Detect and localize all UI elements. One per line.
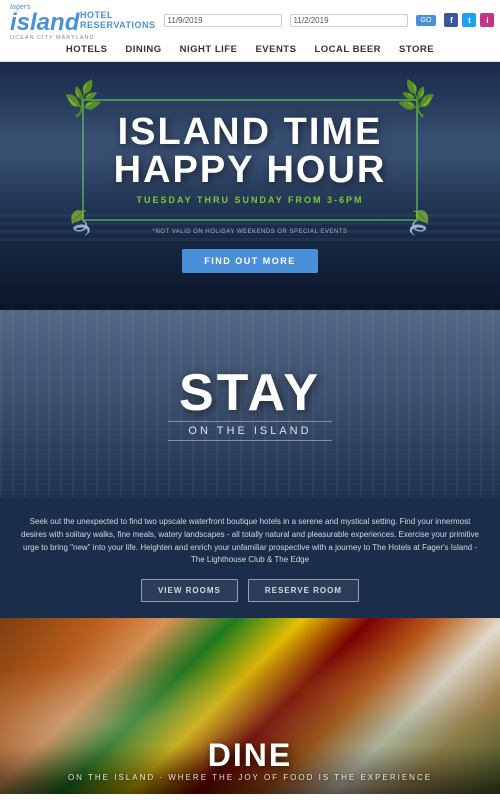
instagram-icon[interactable]: i [480,13,494,27]
reserve-room-button[interactable]: RESERVE ROOM [248,579,359,602]
logo-area: fager's island OCEAN CITY MARYLAND [10,4,80,36]
logo-location-text: OCEAN CITY MARYLAND [10,35,95,41]
facebook-icon[interactable]: f [444,13,458,27]
nav-events[interactable]: EVENTS [255,44,296,55]
view-rooms-button[interactable]: VIEW ROOMS [141,579,238,602]
hero-title-line1: ISLAND TIME [114,113,387,151]
nav-dining[interactable]: DINING [125,44,161,55]
hotel-action-buttons: VIEW ROOMS RESERVE ROOM [20,579,480,602]
food-hero: DINE on the island · where the joy of fo… [0,618,500,794]
find-out-more-button[interactable]: FIND OUT MORE [182,249,318,273]
header-right-controls: HOTEL RESERVATIONS GO f t i [80,10,494,30]
stay-content: STAY ON THE ISLAND [0,310,500,498]
food-subtitle: on the island · where the joy of food is… [68,773,432,782]
nav-hotels[interactable]: HOTELS [66,44,108,55]
stay-title: STAY [179,367,321,419]
stay-hero: STAY ON THE ISLAND [0,310,500,498]
nav-store[interactable]: STORE [399,44,434,55]
main-navigation: HOTELS DINING NIGHT LIFE EVENTS LOCAL BE… [0,38,500,61]
leaf-top-right-icon: 🌿 [395,78,439,121]
happy-hour-hero: 🌿 🌿 🍃 🍃 ISLAND TIME HAPPY HOUR TUESDAY T… [0,62,500,310]
twitter-icon[interactable]: t [462,13,476,27]
food-content: DINE on the island · where the joy of fo… [0,618,500,794]
checkin-date-input[interactable] [164,14,282,27]
logo-container: fager's island OCEAN CITY MARYLAND [10,4,80,36]
site-header: fager's island OCEAN CITY MARYLAND HOTEL… [0,0,500,62]
hotel-info-section: Seek out the unexpected to find two upsc… [0,498,500,618]
leaf-top-left-icon: 🌿 [61,78,105,121]
leaf-bottom-right-icon: 🍃 [400,204,438,241]
nav-nightlife[interactable]: NIGHT LIFE [180,44,238,55]
social-icons-group: f t i [444,13,494,27]
hotel-search-button[interactable]: GO [416,15,437,26]
hero-disclaimer: *NOT VALID ON HOLIDAY WEEKENDS OR SPECIA… [153,229,348,235]
header-top-bar: fager's island OCEAN CITY MARYLAND HOTEL… [0,0,500,38]
logo-island-text: island [10,11,95,35]
nav-localbeer[interactable]: LOCAL BEER [314,44,381,55]
hero-subtitle: TUESDAY THRU SUNDAY FROM 3-6PM [114,195,387,205]
hero-title-box: 🌿 🌿 🍃 🍃 ISLAND TIME HAPPY HOUR TUESDAY T… [82,99,419,221]
hotel-info-description: Seek out the unexpected to find two upsc… [20,516,480,567]
hero-content: 🌿 🌿 🍃 🍃 ISLAND TIME HAPPY HOUR TUESDAY T… [0,62,500,310]
leaf-bottom-left-icon: 🍃 [62,204,100,241]
food-title: DINE [208,739,292,771]
stay-subtitle: ON THE ISLAND [168,421,331,441]
hero-title-line2: HAPPY HOUR [114,151,387,189]
checkout-date-input[interactable] [290,14,408,27]
